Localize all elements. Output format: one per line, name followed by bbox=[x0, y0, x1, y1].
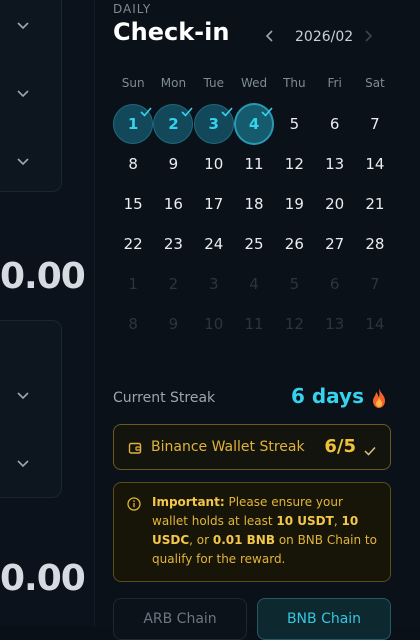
panel-title: Check-in bbox=[113, 18, 230, 46]
checkin-panel: DAILY Check-in 2026/02 Sun Mon Tue Wed Thu Fr… bbox=[95, 0, 420, 640]
chevron-down-icon[interactable] bbox=[16, 20, 30, 30]
calendar-day[interactable]: 21 bbox=[355, 184, 395, 224]
check-icon bbox=[139, 104, 153, 117]
weekday-label: Wed bbox=[240, 76, 268, 90]
chevron-down-icon[interactable] bbox=[16, 458, 30, 468]
weekday-header: Sun Mon Tue Wed Thu Fri Sat bbox=[113, 76, 395, 90]
notice-strong: Important: bbox=[152, 495, 225, 509]
streak-label: Current Streak bbox=[113, 390, 216, 406]
calendar-day[interactable]: 25 bbox=[234, 224, 274, 264]
calendar-day[interactable]: 18 bbox=[234, 184, 274, 224]
wallet-streak-label: Binance Wallet Streak bbox=[151, 439, 305, 455]
calendar-day-next-month: 9 bbox=[168, 315, 179, 333]
panel-eyebrow: DAILY bbox=[113, 2, 152, 16]
calendar-day-next-month: 10 bbox=[204, 315, 224, 333]
calendar-day[interactable]: 24 bbox=[194, 224, 234, 264]
chevron-down-icon[interactable] bbox=[16, 88, 30, 98]
calendar-day-next-month: 11 bbox=[244, 315, 264, 333]
check-icon bbox=[180, 104, 194, 117]
weekday-label: Fri bbox=[327, 76, 342, 90]
current-month: 2026/02 bbox=[295, 29, 354, 45]
calendar-day[interactable]: 23 bbox=[153, 224, 193, 264]
check-icon bbox=[260, 104, 274, 117]
calendar-day[interactable]: 2 bbox=[153, 104, 194, 144]
calendar-day[interactable]: 22 bbox=[113, 224, 153, 264]
calendar-day[interactable]: 6 bbox=[314, 104, 354, 144]
calendar-day[interactable]: 14 bbox=[355, 144, 395, 184]
wallet-streak-count: 6/5 bbox=[324, 436, 356, 457]
calendar-day[interactable]: 26 bbox=[274, 224, 314, 264]
tab-bnb-chain[interactable]: BNB Chain bbox=[257, 598, 391, 640]
chevron-down-icon[interactable] bbox=[16, 156, 30, 166]
left-card-middle bbox=[0, 320, 62, 498]
calendar-day-next-month: 8 bbox=[128, 315, 138, 333]
calendar-day-next-month: 7 bbox=[370, 275, 380, 293]
chain-tabs: ARB Chain BNB Chain bbox=[113, 598, 391, 640]
chevron-right-icon[interactable] bbox=[363, 28, 383, 47]
wallet-icon bbox=[128, 440, 142, 454]
balance-amount: 0.00 bbox=[0, 558, 86, 599]
calendar-day[interactable]: 4 bbox=[233, 103, 275, 145]
calendar-day[interactable]: 15 bbox=[113, 184, 153, 224]
calendar-day-next-month: 3 bbox=[208, 275, 219, 293]
left-card-top bbox=[0, 0, 62, 192]
calendar-day[interactable]: 20 bbox=[314, 184, 354, 224]
notice-usdt: 10 USDT bbox=[276, 514, 334, 528]
calendar-day[interactable]: 3 bbox=[193, 104, 234, 144]
calendar-day-next-month: 13 bbox=[325, 315, 345, 333]
wallet-streak-card[interactable]: Binance Wallet Streak 6/5 bbox=[113, 424, 391, 470]
notice-text: Important: Please ensure your wallet hol… bbox=[152, 493, 378, 569]
calendar-day[interactable]: 27 bbox=[314, 224, 354, 264]
calendar-day-next-month: 2 bbox=[168, 275, 179, 293]
weekday-label: Tue bbox=[203, 76, 224, 90]
fire-icon bbox=[370, 387, 388, 409]
month-navigator: 2026/02 bbox=[265, 26, 383, 48]
tab-arb-chain[interactable]: ARB Chain bbox=[113, 598, 247, 640]
calendar-day-next-month: 5 bbox=[289, 275, 300, 293]
calendar-grid: 1 2 3 4 5 6 7 8 9 10 11 12 13 14 15 16 17 18 19 20 21 22 23 24 2… bbox=[113, 103, 395, 344]
calendar-day[interactable]: 12 bbox=[274, 144, 314, 184]
left-column: 0.00 0.00 bbox=[0, 0, 94, 626]
calendar-day[interactable]: 5 bbox=[274, 104, 314, 144]
balance-amount: 0.00 bbox=[0, 256, 86, 297]
weekday-label: Sun bbox=[121, 76, 145, 90]
check-icon bbox=[220, 104, 234, 117]
calendar-day-next-month: 14 bbox=[365, 315, 385, 333]
chevron-down-icon[interactable] bbox=[16, 390, 30, 400]
calendar-day[interactable]: 7 bbox=[355, 104, 395, 144]
weekday-label: Thu bbox=[283, 76, 306, 90]
weekday-label: Sat bbox=[365, 76, 385, 90]
important-notice: Important: Please ensure your wallet hol… bbox=[113, 482, 391, 582]
calendar-day[interactable]: 8 bbox=[113, 144, 153, 184]
calendar-day-next-month: 12 bbox=[284, 315, 304, 333]
calendar-day[interactable]: 17 bbox=[194, 184, 234, 224]
notice-part: , or bbox=[189, 533, 213, 547]
notice-bnb: 0.01 BNB bbox=[212, 533, 275, 547]
calendar-day[interactable]: 11 bbox=[234, 144, 274, 184]
streak-value: 6 days bbox=[290, 384, 364, 408]
calendar-day-next-month: 4 bbox=[249, 275, 259, 293]
check-icon bbox=[364, 441, 376, 456]
calendar-day-next-month: 6 bbox=[329, 275, 340, 293]
calendar-day[interactable]: 1 bbox=[113, 104, 154, 144]
calendar-day[interactable]: 16 bbox=[153, 184, 193, 224]
calendar-day[interactable]: 13 bbox=[314, 144, 354, 184]
calendar-day[interactable]: 28 bbox=[355, 224, 395, 264]
calendar-day-next-month: 1 bbox=[128, 275, 138, 293]
info-icon bbox=[127, 496, 141, 511]
calendar-day[interactable]: 10 bbox=[194, 144, 234, 184]
calendar-day[interactable]: 19 bbox=[274, 184, 314, 224]
weekday-label: Mon bbox=[160, 76, 187, 90]
current-streak: Current Streak 6 days bbox=[113, 384, 388, 412]
chevron-left-icon[interactable] bbox=[265, 28, 285, 47]
calendar-day[interactable]: 9 bbox=[153, 144, 193, 184]
